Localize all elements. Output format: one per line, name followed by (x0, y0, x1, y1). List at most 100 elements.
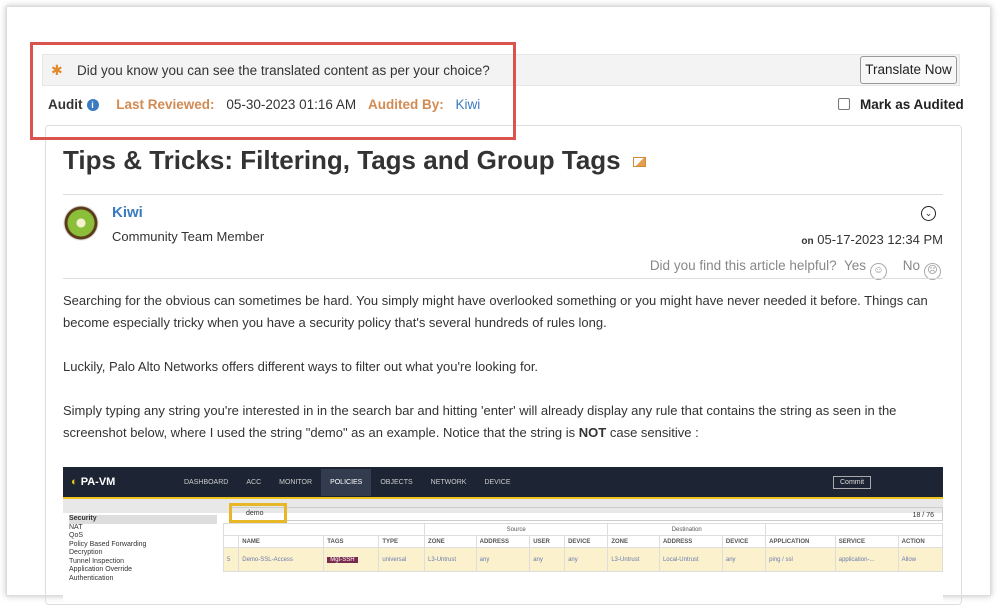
panos-search: demo 18 / 76 (231, 507, 943, 521)
panos-side-item: Tunnel Inspection (69, 557, 124, 565)
panos-sidebar: Security NAT QoS Policy Based Forwarding Dec… (63, 513, 223, 585)
column-header: USER (529, 535, 566, 548)
cell-text: any (568, 556, 578, 563)
panos-tab: OBJECTS (380, 479, 413, 486)
rules-table: Source Destination NAME TAGS TYPE ZONE ADDRES… (222, 523, 943, 572)
checkbox-icon[interactable] (838, 98, 850, 110)
mark-as-audited-checkbox[interactable]: Mark as Audited (838, 97, 964, 112)
cell-text: universal (382, 556, 407, 563)
column-header: DEVICE (564, 535, 609, 548)
cell-text: Allow (901, 556, 917, 563)
helpful-question: Did you find this article helpful? (649, 258, 837, 273)
column-header: TAGS (323, 535, 380, 548)
article-title: Tips & Tricks: Filtering, Tags and Group… (63, 145, 646, 176)
table-cell: universal (378, 547, 426, 572)
panos-side-item: QoS (69, 532, 84, 539)
cell-text: any (533, 556, 543, 563)
author-link[interactable]: Kiwi (112, 204, 143, 221)
cell-text: any (479, 556, 490, 563)
highlight-box (30, 42, 516, 140)
panos-tab: ACC (246, 479, 262, 486)
annotation-highlight (229, 503, 287, 523)
table-cell: L3-Untrust (424, 547, 477, 572)
table-cell: L3-Untrust (607, 547, 660, 572)
result-count: 18 / 76 (912, 512, 934, 519)
article-body: Searching for the obvious can sometimes … (63, 290, 943, 466)
column-header: APPLICATION (765, 535, 836, 548)
panos-tab: POLICIES (321, 469, 372, 496)
panos-navbar: ◐ PA-VM DASHBOARD ACC MONITOR POLICIES OBJEC… (63, 467, 943, 499)
date-prefix: on (801, 236, 814, 247)
cell-text: L3-Untrust (611, 556, 640, 563)
panos-tab: MONITOR (279, 479, 313, 486)
panos-side-item: Application Override (69, 566, 133, 573)
logo-text: PA-VM (80, 476, 116, 488)
paragraph: Simply typing any string you're interest… (63, 400, 943, 444)
column-header: ADDRESS (658, 535, 723, 548)
table-cell: application-... (834, 547, 899, 572)
header-row: NAME TAGS TYPE ZONE ADDRESS USER DEVICE ZONE ADD… (222, 535, 943, 548)
column-header (222, 535, 240, 548)
table-cell: Allow (897, 547, 943, 572)
paragraph: Luckily, Palo Alto Networks offers diffe… (63, 359, 539, 374)
table-cell: Mgt-SSH (323, 547, 380, 572)
panos-tab: DASHBOARD (184, 479, 229, 486)
group-header-row: Source Destination (222, 523, 943, 536)
cell-text: application-... (838, 556, 875, 563)
panos-side-item: Security (69, 515, 217, 524)
table-cell: any (529, 547, 566, 572)
table-cell: any (721, 547, 767, 572)
table-row: 5 Demo-SSL-Access Mgt-SSH universal L3-Untru… (222, 547, 943, 572)
post-date: on 05-17-2023 12:34 PM (801, 232, 943, 247)
commit-button: Commit (833, 476, 872, 489)
date-value: 05-17-2023 12:34 PM (817, 232, 943, 247)
column-header: ZONE (424, 535, 477, 548)
panos-tabs: DASHBOARD ACC MONITOR POLICIES OBJECTS NETWOR… (175, 469, 520, 496)
source-group: Source (424, 523, 609, 536)
paragraph: Searching for the obvious can sometimes … (63, 293, 928, 330)
cell-text: any (725, 556, 736, 563)
column-header: SERVICE (834, 535, 899, 548)
cell-text: 5 (227, 556, 231, 563)
mark-as-audited-label: Mark as Audited (860, 97, 964, 112)
paragraph-text: Simply typing any string you're interest… (63, 403, 897, 440)
no-button[interactable]: No (903, 258, 920, 273)
column-header: DEVICE (721, 535, 767, 548)
yes-button[interactable]: Yes (844, 258, 866, 273)
cell-text: L3-Untrust (428, 556, 457, 563)
table-cell: ping / ssl (765, 547, 836, 572)
table-cell: any (475, 547, 531, 572)
column-header: ZONE (607, 535, 660, 548)
destination-group: Destination (607, 523, 767, 536)
cell-text: Mgt-SSH (327, 556, 358, 563)
divider (63, 194, 943, 195)
author-role: Community Team Member (112, 229, 265, 244)
translate-now-button[interactable]: Translate Now (860, 56, 957, 84)
chevron-down-icon[interactable]: ⌄ (921, 206, 936, 221)
table-cell: any (564, 547, 609, 572)
cell-text: Local-Untrust (662, 556, 699, 563)
column-header: ACTION (897, 535, 943, 548)
panos-tab: NETWORK (430, 479, 467, 486)
cell-text: Demo-SSL-Access (242, 556, 293, 563)
avatar[interactable] (63, 205, 99, 241)
column-header: ADDRESS (475, 535, 531, 548)
bold-text: NOT (578, 425, 607, 440)
table-cell: Local-Untrust (658, 547, 723, 572)
table-cell: Demo-SSL-Access (238, 547, 325, 572)
column-header: TYPE (378, 535, 426, 548)
divider (63, 278, 943, 279)
title-text: Tips & Tricks: Filtering, Tags and Group… (63, 145, 621, 175)
panos-side-item: NAT (69, 523, 83, 531)
panos-side-item: Authentication (69, 574, 114, 582)
panos-side-item: Decryption (69, 549, 103, 556)
panos-logo: ◐ PA-VM (71, 476, 116, 488)
paragraph-text: case sensitive : (606, 425, 699, 440)
article-screenshot: ◐ PA-VM DASHBOARD ACC MONITOR POLICIES OBJEC… (63, 467, 943, 603)
table-cell: 5 (222, 547, 240, 572)
image-icon (632, 157, 646, 167)
panos-tab: DEVICE (484, 479, 511, 486)
helpful-prompt: Did you find this article helpful? Yes ☺ … (650, 258, 941, 280)
panos-side-item: Policy Based Forwarding (69, 540, 147, 548)
cell-text: ping / ssl (769, 556, 793, 563)
